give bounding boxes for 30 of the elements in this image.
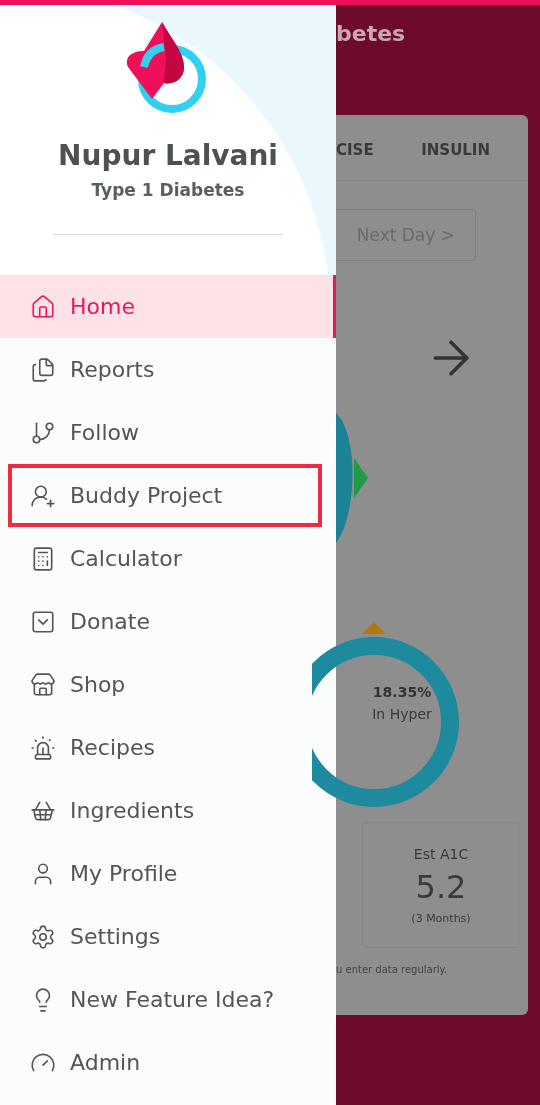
branch-icon xyxy=(30,419,56,446)
percentage-label: In Hyper xyxy=(372,706,432,722)
menu-item[interactable]: Follow xyxy=(0,401,336,464)
home-icon xyxy=(30,293,56,320)
menu-item[interactable]: Shop xyxy=(0,653,336,716)
siren-icon xyxy=(30,734,56,761)
menu-item[interactable]: Ingredients xyxy=(0,779,336,842)
stat-label: Est A1C xyxy=(413,845,469,862)
stat-period: (3 Months) xyxy=(411,911,471,925)
menu-item[interactable]: My Profile xyxy=(0,842,336,905)
menu-item[interactable]: New Feature Idea? xyxy=(0,968,336,1031)
user-name: Nupur Lalvani xyxy=(58,139,278,172)
page-title: betes xyxy=(336,21,406,46)
documents-icon xyxy=(30,356,56,383)
diagnosis-label: Type 1 Diabetes xyxy=(91,180,245,200)
menu-item[interactable]: Donate xyxy=(0,590,336,653)
stat-value: 5.2 xyxy=(415,867,467,906)
footnote: u enter data regularly. xyxy=(336,964,449,975)
store-icon xyxy=(30,671,56,698)
menu-item[interactable]: Reports xyxy=(0,338,336,401)
chevron-box-icon xyxy=(30,608,56,635)
percentage-value: 18.35% xyxy=(372,684,432,700)
menu-item[interactable]: Admin xyxy=(0,1031,336,1094)
menu-item[interactable]: Recipes xyxy=(0,716,336,779)
settings-icon xyxy=(30,923,56,950)
menu-item[interactable]: Buddy Project xyxy=(12,468,226,523)
menu-item[interactable]: Home xyxy=(0,275,336,338)
menu-item[interactable]: Calculator xyxy=(0,527,336,590)
menu-item[interactable]: Settings xyxy=(0,905,336,968)
user-plus-icon xyxy=(30,482,56,509)
